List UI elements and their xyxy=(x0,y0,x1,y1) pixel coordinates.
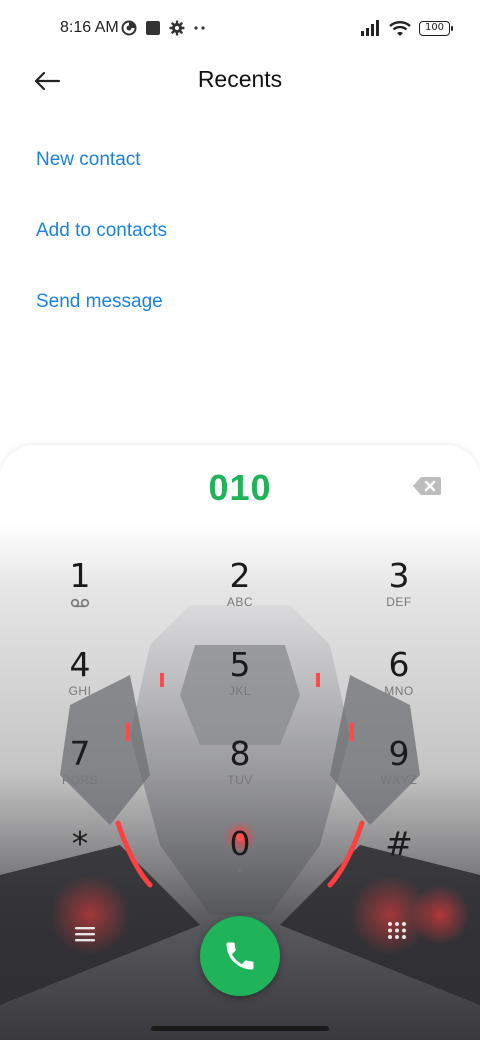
status-time: 8:16 AM xyxy=(60,19,119,36)
signal-icon xyxy=(361,20,379,36)
phone-icon xyxy=(226,942,254,970)
app-notification-icon xyxy=(146,21,160,35)
key-2[interactable]: 2 ABC xyxy=(175,557,305,637)
dialpad-icon[interactable] xyxy=(386,921,408,943)
key-0[interactable]: 0 + xyxy=(175,825,305,905)
key-9[interactable]: 9 WXYZ xyxy=(334,735,464,815)
battery-level: 100 xyxy=(424,21,445,33)
key-letters: GHI xyxy=(68,684,92,698)
page-title: Recents xyxy=(197,66,283,92)
key-digit: 0 xyxy=(229,824,251,863)
key-4[interactable]: 4 GHI xyxy=(15,646,145,726)
data-saver-icon xyxy=(121,20,137,36)
key-digit: 8 xyxy=(229,734,251,773)
key-letters: + xyxy=(236,863,244,877)
key-star[interactable]: * xyxy=(15,825,145,905)
more-dots-icon xyxy=(194,26,205,30)
settings-gear-icon xyxy=(169,20,185,36)
key-letters: TUV xyxy=(227,773,253,787)
key-7[interactable]: 7 PQRS xyxy=(15,735,145,815)
key-letters: JKL xyxy=(228,684,252,698)
backspace-icon[interactable] xyxy=(412,475,442,497)
status-left-icons xyxy=(121,19,207,37)
call-button[interactable] xyxy=(200,916,280,996)
dialed-number[interactable]: 010 xyxy=(0,467,480,509)
new-contact-link[interactable]: New contact xyxy=(36,149,141,171)
key-digit: 9 xyxy=(388,734,410,773)
key-digit: * xyxy=(71,824,89,863)
key-digit: # xyxy=(385,824,413,863)
menu-icon[interactable] xyxy=(74,923,96,945)
home-indicator[interactable] xyxy=(151,1026,329,1031)
key-digit: 4 xyxy=(69,645,91,684)
key-hash[interactable]: # xyxy=(334,825,464,905)
battery-icon: 100 xyxy=(419,20,453,36)
wifi-icon xyxy=(389,20,411,36)
key-digit: 3 xyxy=(388,556,410,595)
key-1[interactable]: 1 xyxy=(15,557,145,637)
key-3[interactable]: 3 DEF xyxy=(334,557,464,637)
key-digit: 1 xyxy=(69,556,91,595)
key-digit: 2 xyxy=(229,556,251,595)
key-letters: MNO xyxy=(384,684,414,698)
key-letters: WXYZ xyxy=(380,773,418,787)
status-right-icons: 100 xyxy=(361,18,453,38)
key-5[interactable]: 5 JKL xyxy=(175,646,305,726)
key-digit: 5 xyxy=(229,645,251,684)
send-message-link[interactable]: Send message xyxy=(36,291,163,313)
add-to-contacts-link[interactable]: Add to contacts xyxy=(36,220,167,242)
status-bar: 8:16 AM 100 xyxy=(0,0,480,56)
key-6[interactable]: 6 MNO xyxy=(334,646,464,726)
key-digit: 6 xyxy=(388,645,410,684)
key-letters: ABC xyxy=(226,595,254,609)
key-8[interactable]: 8 TUV xyxy=(175,735,305,815)
voicemail-icon xyxy=(15,595,145,609)
key-digit: 7 xyxy=(69,734,91,773)
dialer-panel: 010 1 2 ABC 3 DEF 4 GHI 5 JKL 6 MNO 7 PQ… xyxy=(0,445,480,1040)
key-letters: DEF xyxy=(386,595,412,609)
key-letters: PQRS xyxy=(61,773,98,787)
